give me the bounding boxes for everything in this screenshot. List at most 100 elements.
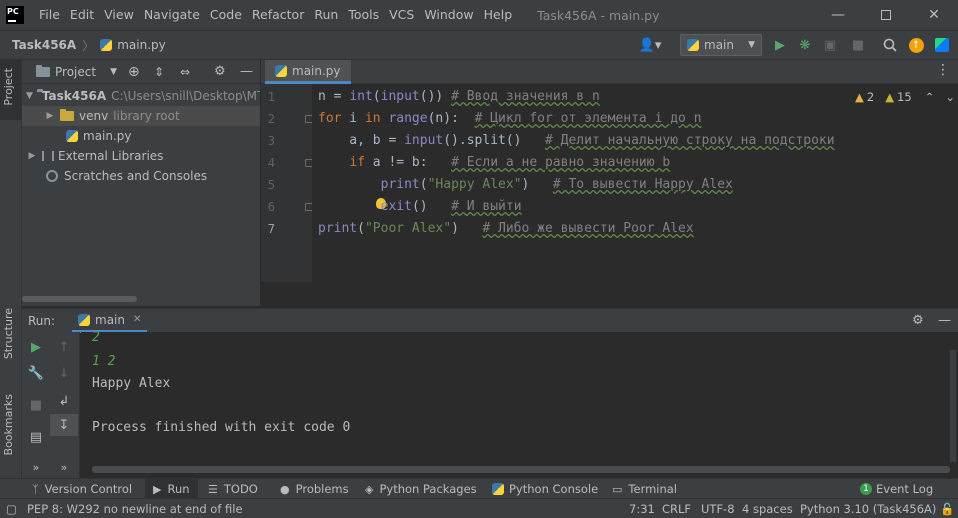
console-horizontal-scrollbar[interactable] bbox=[92, 466, 950, 473]
indent-setting[interactable]: 4 spaces bbox=[742, 499, 793, 518]
menu-bar: File Edit View Navigate Code Refactor Ru… bbox=[34, 0, 517, 30]
run-console-output[interactable]: 2 1 2 Happy Alex Process finished with exit… bbox=[81, 330, 958, 478]
code-token: # И выйти bbox=[451, 199, 522, 214]
menu-window[interactable]: Window bbox=[419, 0, 478, 30]
arrow-up-icon[interactable]: ↑ bbox=[50, 336, 78, 358]
code-line[interactable]: n = int(input()) # Ввод значения в n bbox=[318, 86, 600, 108]
more-icon[interactable]: » bbox=[22, 456, 50, 478]
chevron-up-icon[interactable]: ⌃ bbox=[925, 90, 935, 104]
run-configuration-select[interactable]: main ▼ bbox=[680, 34, 762, 56]
menu-refactor[interactable]: Refactor bbox=[247, 0, 309, 30]
code-line[interactable]: a, b = input().split() # Делит начальную… bbox=[318, 130, 834, 152]
structure-tool-tab[interactable]: Structure bbox=[2, 308, 15, 359]
tab-version-control[interactable]: ᛉ Version Control bbox=[32, 479, 132, 499]
console-vertical-scrollbar[interactable] bbox=[950, 350, 956, 462]
gear-icon[interactable]: ⚙ bbox=[214, 64, 226, 79]
code-token: # Цикл for от элемента i до n bbox=[474, 111, 702, 126]
gear-icon[interactable]: ⚙ bbox=[912, 313, 924, 328]
user-icon[interactable]: 👤▾ bbox=[637, 37, 663, 53]
tree-item-main-py[interactable]: main.py bbox=[22, 126, 260, 146]
menu-edit[interactable]: Edit bbox=[65, 0, 99, 30]
stop-icon[interactable]: ■ bbox=[850, 37, 866, 53]
expand-all-icon[interactable]: ⇕ bbox=[154, 65, 164, 79]
menu-navigate[interactable]: Navigate bbox=[139, 0, 205, 30]
line-number: 2 bbox=[267, 112, 275, 126]
tab-python-packages[interactable]: ◈ Python Packages bbox=[365, 479, 477, 499]
tab-menu-icon[interactable]: ⋮ bbox=[936, 62, 950, 78]
maximize-button[interactable] bbox=[862, 0, 910, 30]
menu-file[interactable]: File bbox=[34, 0, 65, 30]
tab-python-console[interactable]: Python Console bbox=[492, 479, 598, 499]
menu-help[interactable]: Help bbox=[479, 0, 518, 30]
tab-run[interactable]: ▶ Run bbox=[145, 479, 198, 499]
caret-position[interactable]: 7:31 bbox=[629, 499, 655, 518]
scroll-to-end-icon[interactable]: ↧ bbox=[50, 414, 78, 436]
code-line[interactable]: print("Poor Alex") # Либо же вывести Poo… bbox=[318, 218, 694, 240]
update-icon[interactable]: ↑ bbox=[908, 37, 924, 53]
inspection-widget[interactable]: ▲ 2 ▲ 15 ⌃ ⌄ bbox=[855, 90, 955, 104]
chevron-down-icon[interactable]: ▼ bbox=[110, 67, 117, 77]
rerun-icon[interactable]: ▶ bbox=[22, 336, 50, 358]
editor-vertical-scrollbar[interactable] bbox=[950, 84, 958, 234]
code-line[interactable]: exit() # И выйти bbox=[318, 196, 522, 218]
collapse-arrow-icon[interactable]: ▶ bbox=[26, 151, 38, 161]
coverage-icon[interactable]: ▣ bbox=[822, 37, 838, 53]
project-panel-title[interactable]: Project bbox=[55, 65, 96, 79]
status-toggle-icon[interactable]: ▢ bbox=[6, 499, 17, 518]
code-line[interactable]: for i in range(n): # Цикл for от элемент… bbox=[318, 108, 702, 130]
tab-terminal[interactable]: ▭ Terminal bbox=[612, 479, 677, 499]
code-token: (n): bbox=[427, 111, 475, 126]
run-icon[interactable]: ▶ bbox=[772, 37, 788, 53]
hide-icon[interactable]: — bbox=[938, 313, 951, 328]
tab-main-py[interactable]: main.py bbox=[265, 60, 351, 84]
tab-event-log[interactable]: 1 Event Log bbox=[860, 479, 933, 499]
line-separator[interactable]: CRLF bbox=[662, 499, 691, 518]
debug-icon[interactable]: ❋ bbox=[797, 37, 813, 53]
python-config-icon bbox=[687, 39, 699, 51]
tree-item-venv[interactable]: ▶ venv library root bbox=[22, 106, 260, 126]
more-icon[interactable]: » bbox=[50, 456, 78, 478]
hide-icon[interactable]: — bbox=[240, 64, 253, 79]
breadcrumb-file[interactable]: main.py bbox=[117, 38, 166, 52]
project-tool-tab[interactable]: Project bbox=[2, 68, 15, 106]
menu-run[interactable]: Run bbox=[309, 0, 343, 30]
stop-icon[interactable]: ■ bbox=[22, 394, 50, 416]
collapse-arrow-icon[interactable]: ▶ bbox=[44, 111, 56, 121]
bookmarks-tool-tab[interactable]: Bookmarks bbox=[2, 394, 15, 455]
menu-code[interactable]: Code bbox=[205, 0, 247, 30]
minimize-button[interactable]: — bbox=[814, 0, 862, 30]
code-editor[interactable]: n = int(input()) # Ввод значения в n for … bbox=[312, 84, 958, 282]
collapse-all-icon[interactable]: ⇔ bbox=[180, 65, 190, 79]
lock-icon[interactable]: 🔓 bbox=[940, 499, 954, 518]
search-icon[interactable] bbox=[882, 37, 898, 53]
locate-icon[interactable]: ⊕ bbox=[128, 64, 140, 80]
branch-icon: ᛉ bbox=[32, 482, 39, 496]
menu-tools[interactable]: Tools bbox=[343, 0, 384, 30]
close-icon[interactable]: ✕ bbox=[133, 314, 141, 325]
layout-icon[interactable]: ▤ bbox=[22, 426, 50, 448]
expand-arrow-icon[interactable]: ▼ bbox=[26, 91, 33, 101]
tree-item-project-root[interactable]: ▼ Task456A C:\Users\snill\Desktop\MT bbox=[22, 86, 260, 106]
horizontal-scrollbar[interactable] bbox=[22, 296, 137, 302]
arrow-down-icon[interactable]: ↓ bbox=[50, 362, 78, 384]
breadcrumb-project[interactable]: Task456A bbox=[12, 38, 76, 52]
close-button[interactable]: ✕ bbox=[910, 0, 958, 30]
tab-problems[interactable]: ● Problems bbox=[280, 479, 349, 499]
jetbrains-toolbox-icon[interactable] bbox=[934, 37, 950, 53]
python-interpreter[interactable]: Python 3.10 (Task456A) bbox=[800, 499, 936, 518]
code-line[interactable]: print("Happy Alex") # То вывести Happy A… bbox=[318, 174, 733, 196]
run-tab-main[interactable]: main ✕ bbox=[72, 309, 148, 333]
status-message[interactable]: PEP 8: W292 no newline at end of file bbox=[27, 499, 243, 518]
console-line: 2 bbox=[92, 330, 100, 345]
code-line[interactable]: if a != b: # Если a не равно значению b bbox=[318, 152, 670, 174]
menu-vcs[interactable]: VCS bbox=[384, 0, 419, 30]
soft-wrap-icon[interactable]: ↲ bbox=[50, 390, 78, 412]
tree-item-external-libraries[interactable]: ▶ External Libraries bbox=[22, 146, 260, 166]
tree-item-scratches[interactable]: Scratches and Consoles bbox=[22, 166, 260, 186]
menu-view[interactable]: View bbox=[99, 0, 139, 30]
file-encoding[interactable]: UTF-8 bbox=[701, 499, 735, 518]
code-token: ) bbox=[521, 177, 553, 192]
tab-todo[interactable]: ☰ TODO bbox=[208, 479, 258, 499]
wrench-icon[interactable]: 🔧 bbox=[22, 362, 50, 384]
